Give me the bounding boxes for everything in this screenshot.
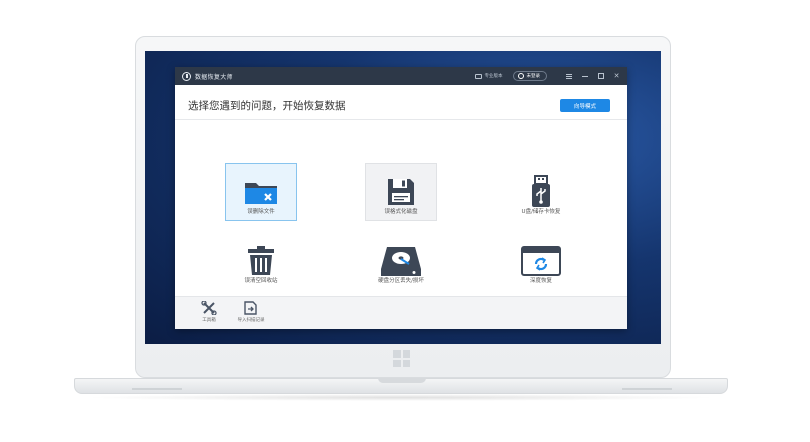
import-record-button[interactable]: 导入扫描记录 xyxy=(231,301,271,323)
menu-button[interactable] xyxy=(564,72,573,81)
close-icon: ✕ xyxy=(613,71,620,80)
deep-recovery-icon xyxy=(521,246,561,276)
floppy-disk-icon xyxy=(386,177,416,207)
recovery-options: 误删除文件 误格式化磁盘 U盘/储存卡恢复 误清空回收站 硬盘分区丢失/损坏 深… xyxy=(175,119,627,297)
option-recycle-bin[interactable]: 误清空回收站 xyxy=(213,232,309,290)
option-label: 误清空回收站 xyxy=(244,278,278,284)
option-label: 误删除文件 xyxy=(247,209,275,215)
login-button[interactable]: 未登录 xyxy=(512,71,547,81)
laptop-shadow xyxy=(84,394,718,401)
laptop-vent-left xyxy=(132,388,182,390)
login-label: 未登录 xyxy=(526,74,541,79)
toolbox-button[interactable]: 工具箱 xyxy=(189,301,229,323)
folder-delete-icon xyxy=(243,178,279,206)
usb-drive-icon xyxy=(530,175,552,209)
windows-logo-icon xyxy=(393,350,410,367)
option-deleted-files[interactable]: 误删除文件 xyxy=(213,163,309,221)
maximize-button[interactable] xyxy=(596,72,605,81)
close-button[interactable]: ✕ xyxy=(612,72,621,81)
footer-toolbar: 工具箱 导入扫描记录 xyxy=(175,296,627,329)
page-title: 选择您遇到的问题，开始恢复数据 xyxy=(188,100,346,112)
import-record-label: 导入扫描记录 xyxy=(237,318,265,323)
option-deep-recovery[interactable]: 深度恢复 xyxy=(493,232,589,290)
option-label: 深度恢复 xyxy=(529,278,552,284)
option-formatted-disk[interactable]: 误格式化磁盘 xyxy=(353,163,449,221)
toolbox-label: 工具箱 xyxy=(202,318,216,323)
option-partition-lost[interactable]: 硬盘分区丢失/损坏 xyxy=(353,232,449,290)
app-window: 数据恢复大师 专业版本 未登录 ✕ 选择您遇到的问题，开始恢复数据 向导模式 误… xyxy=(175,67,627,329)
minimize-icon xyxy=(581,75,588,77)
toolbox-icon xyxy=(201,301,217,315)
option-label: 误格式化磁盘 xyxy=(384,209,418,215)
laptop-vent-right xyxy=(622,388,672,390)
import-record-icon xyxy=(244,301,257,315)
pro-version-link[interactable]: 专业版本 xyxy=(474,73,503,79)
laptop-notch xyxy=(378,378,426,383)
app-logo-icon xyxy=(182,71,191,81)
pro-version-label: 专业版本 xyxy=(484,74,503,79)
menu-icon xyxy=(565,73,572,79)
option-usb-card[interactable]: U盘/储存卡恢复 xyxy=(493,163,589,221)
maximize-icon xyxy=(597,73,604,79)
version-icon xyxy=(474,73,482,79)
minimize-button[interactable] xyxy=(580,72,589,81)
trash-bin-icon xyxy=(246,245,276,277)
wizard-mode-button[interactable]: 向导模式 xyxy=(560,99,610,112)
header-row: 选择您遇到的问题，开始恢复数据 向导模式 xyxy=(175,85,627,120)
option-label: 硬盘分区丢失/损坏 xyxy=(378,278,424,284)
title-bar-controls: 专业版本 未登录 ✕ xyxy=(474,67,622,85)
user-icon xyxy=(517,73,524,79)
hard-disk-icon xyxy=(379,245,423,277)
title-bar: 数据恢复大师 专业版本 未登录 ✕ xyxy=(175,67,627,85)
option-label: U盘/储存卡恢复 xyxy=(521,209,561,215)
app-title: 数据恢复大师 xyxy=(195,73,233,81)
